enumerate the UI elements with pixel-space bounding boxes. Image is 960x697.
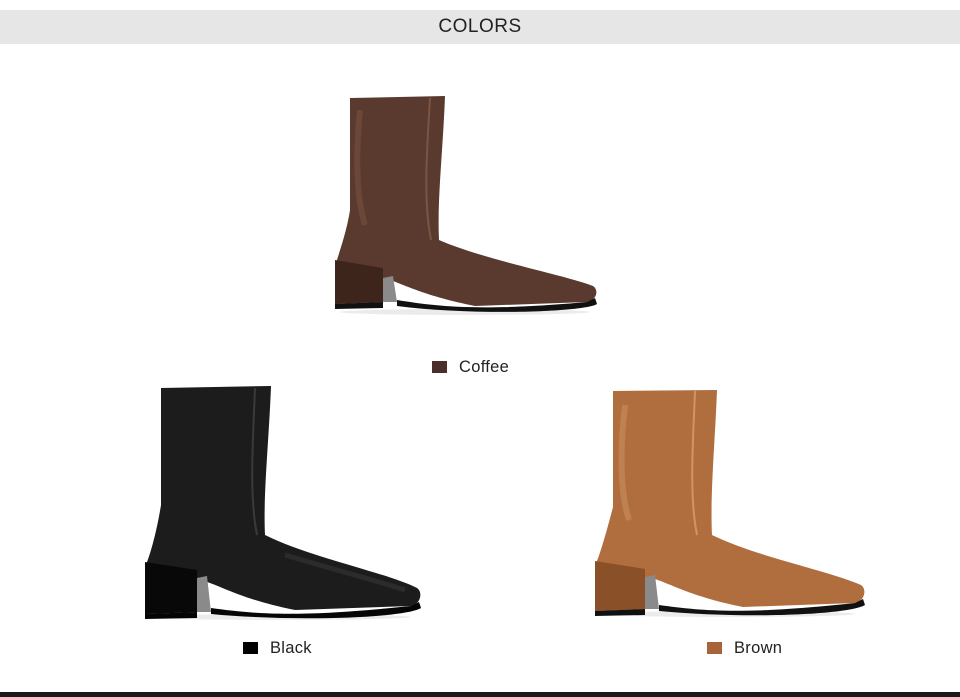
boot-image-coffee[interactable] bbox=[325, 90, 605, 315]
page-title: COLORS bbox=[438, 16, 522, 37]
coffee-label: Coffee bbox=[459, 357, 510, 376]
boot-image-brown[interactable] bbox=[585, 385, 870, 617]
brown-label: Brown bbox=[734, 638, 783, 657]
footer-divider bbox=[0, 692, 960, 697]
boot-image-black[interactable] bbox=[135, 380, 425, 620]
coffee-swatch bbox=[432, 361, 447, 373]
colors-header-bar: COLORS bbox=[0, 10, 960, 44]
color-option-brown[interactable]: Brown bbox=[707, 638, 782, 658]
brown-swatch bbox=[707, 642, 722, 654]
black-label: Black bbox=[270, 638, 312, 657]
color-option-coffee[interactable]: Coffee bbox=[432, 357, 509, 377]
black-swatch bbox=[243, 642, 258, 654]
color-option-black[interactable]: Black bbox=[243, 638, 312, 658]
